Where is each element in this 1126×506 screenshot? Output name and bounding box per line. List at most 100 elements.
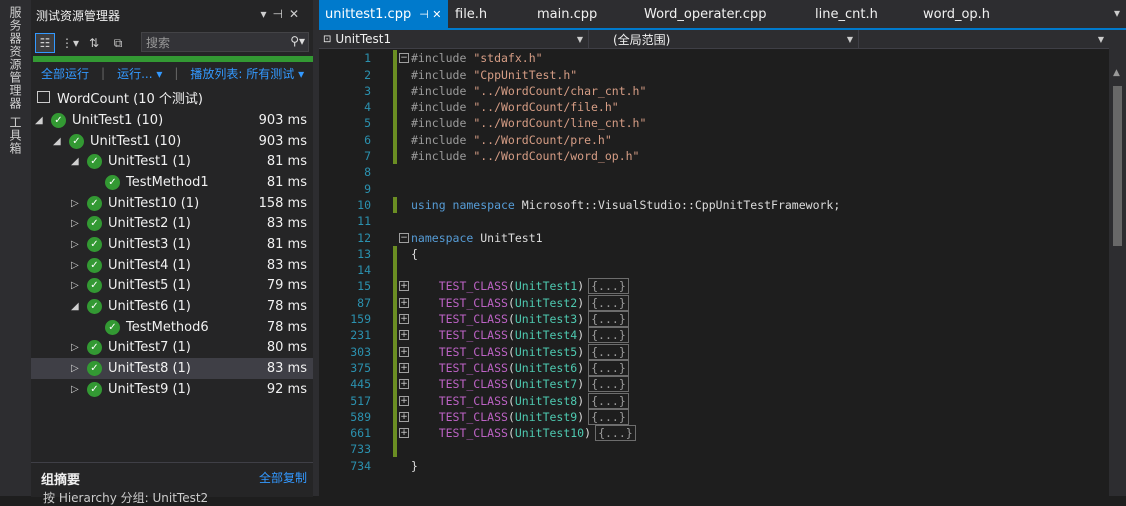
tab-unittest1-cpp[interactable]: unittest1.cpp ⊣ ✕ [319,0,448,28]
collapse-fold-icon[interactable]: − [399,232,409,243]
code-line[interactable]: 14 [319,262,1109,279]
code-line[interactable]: 8 [319,164,1109,181]
test-tree-row[interactable]: ▷ ✓ UnitTest5 (1) 79 ms [31,276,313,297]
code-line[interactable]: 375 + TEST_CLASS(UnitTest6) {...} [319,359,1109,377]
code-line[interactable]: 2 #include "CppUnitTest.h" [319,66,1109,83]
expanded-arrow-icon[interactable]: ◢ [71,156,81,167]
test-tree-row[interactable]: ◢ ✓ UnitTest1 (1) 81 ms [31,151,313,172]
test-tree-row[interactable]: ▷ ✓ UnitTest4 (1) 83 ms [31,255,313,276]
collapsed-region-marker[interactable]: {...} [588,376,629,393]
test-tree-row[interactable]: ▷ ✓ UnitTest3 (1) 81 ms [31,234,313,255]
code-line[interactable]: 9 [319,180,1109,197]
code-line[interactable]: 11 [319,213,1109,230]
hierarchy-icon[interactable]: ⋮▾ [61,34,79,52]
collapsed-arrow-icon[interactable]: ▷ [71,384,81,395]
collapsed-region-marker[interactable]: {...} [588,278,629,295]
test-tree-row[interactable]: ◢ ✓ UnitTest1 (10) 903 ms [31,110,313,131]
function-dropdown[interactable]: ▼ [861,30,1109,48]
collapsed-region-marker[interactable]: {...} [588,294,629,311]
collapsed-region-marker[interactable]: {...} [595,425,636,442]
test-tree-row[interactable]: ✓ TestMethod6 78 ms [31,317,313,338]
scroll-up-icon[interactable]: ▲ [1113,68,1120,78]
expanded-arrow-icon[interactable]: ◢ [53,136,63,147]
code-line[interactable]: 733 [319,441,1109,458]
tab-main-cpp[interactable]: main.cpp [537,0,597,28]
collapsed-region-marker[interactable]: {...} [588,311,629,328]
expand-fold-icon[interactable]: + [399,346,409,357]
playlist-dropdown[interactable]: 播放列表: 所有测试 ▾ [190,65,304,82]
code-line[interactable]: 661 + TEST_CLASS(UnitTest10) {...} [319,425,1109,442]
code-line[interactable]: 12 − namespace UnitTest1 [319,229,1109,246]
code-line[interactable]: 159 + TEST_CLASS(UnitTest3) {...} [319,311,1109,328]
sort-icon[interactable]: ⇅ [85,34,103,52]
dropdown-icon[interactable]: ▾ [260,7,272,21]
code-line[interactable]: 445 + TEST_CLASS(UnitTest7) {...} [319,376,1109,393]
code-line[interactable]: 10 using namespace Microsoft::VisualStudi… [319,197,1109,214]
collapsed-region-marker[interactable]: {...} [588,408,629,425]
toolbox-tab[interactable]: 工具箱 [7,116,24,155]
scope-dropdown[interactable]: ⊡ UnitTest1 ▼ [323,30,589,48]
test-tree-row[interactable]: ▷ ✓ UnitTest8 (1) 83 ms [31,358,313,379]
run-all-link[interactable]: 全部运行 [41,65,89,82]
expand-fold-icon[interactable]: + [399,395,409,406]
test-tree-row[interactable]: ▷ ✓ UnitTest10 (1) 158 ms [31,193,313,214]
tab-word_operater-cpp[interactable]: Word_operater.cpp [644,0,766,28]
group-by-icon[interactable]: ☷ [35,33,55,53]
code-line[interactable]: 517 + TEST_CLASS(UnitTest8) {...} [319,392,1109,409]
expand-fold-icon[interactable]: + [399,362,409,373]
code-line[interactable]: 4 #include "../WordCount/file.h" [319,99,1109,116]
collapsed-arrow-icon[interactable]: ▷ [71,239,81,250]
search-input[interactable]: 搜索 ⚲▾ [141,32,309,52]
code-line[interactable]: 734} [319,458,1109,475]
code-line[interactable]: 303 + TEST_CLASS(UnitTest5) {...} [319,343,1109,360]
code-line[interactable]: 87 + TEST_CLASS(UnitTest2) {...} [319,294,1109,312]
search-icon[interactable]: ⚲▾ [290,34,305,48]
expand-fold-icon[interactable]: + [399,428,409,439]
expanded-arrow-icon[interactable]: ◢ [35,115,45,126]
expand-fold-icon[interactable]: + [399,379,409,390]
code-line[interactable]: 6 #include "../WordCount/pre.h" [319,132,1109,149]
vertical-scrollbar[interactable]: ▲ [1109,48,1126,496]
tab-overflow-icon[interactable]: ▾ [1114,6,1120,20]
copy-all-link[interactable]: 全部复制 [259,469,307,486]
code-line[interactable]: 15 + TEST_CLASS(UnitTest1) {...} [319,278,1109,295]
test-tree-row[interactable]: ◢ ✓ UnitTest1 (10) 903 ms [31,131,313,152]
expand-fold-icon[interactable]: + [399,411,409,422]
expand-fold-icon[interactable]: + [399,314,409,325]
code-line[interactable]: 1 − #include "stdafx.h" [319,50,1109,67]
collapsed-arrow-icon[interactable]: ▷ [71,198,81,209]
code-area[interactable]: 1− #include "stdafx.h" 2 #include "CppUnitT… [319,48,1109,496]
expand-fold-icon[interactable]: + [399,281,409,292]
test-root-row[interactable]: WordCount (10 个测试) [31,84,313,110]
collapsed-arrow-icon[interactable]: ▷ [71,280,81,291]
scrollbar-thumb[interactable] [1113,86,1122,246]
collapsed-arrow-icon[interactable]: ▷ [71,342,81,353]
collapse-fold-icon[interactable]: − [399,53,409,64]
expanded-arrow-icon[interactable]: ◢ [71,301,81,312]
test-tree-row[interactable]: ◢ ✓ UnitTest6 (1) 78 ms [31,296,313,317]
pin-icon[interactable]: ⊣ [272,7,288,21]
close-icon[interactable]: ✕ [289,7,305,21]
test-tree-row[interactable]: ✓ TestMethod1 81 ms [31,172,313,193]
tab-line_cnt-h[interactable]: line_cnt.h [815,0,878,28]
code-line[interactable]: 3 #include "../WordCount/char_cnt.h" [319,83,1109,100]
collapsed-region-marker[interactable]: {...} [588,327,629,344]
tab-word_op-h[interactable]: word_op.h [923,0,990,28]
code-line[interactable]: 589 + TEST_CLASS(UnitTest9) {...} [319,408,1109,426]
copy-window-icon[interactable]: ⧉ [109,34,127,52]
code-line[interactable]: 231 + TEST_CLASS(UnitTest4) {...} [319,327,1109,344]
run-dropdown-link[interactable]: 运行... ▾ [117,65,162,82]
collapsed-arrow-icon[interactable]: ▷ [71,218,81,229]
collapsed-arrow-icon[interactable]: ▷ [71,260,81,271]
test-tree-row[interactable]: ▷ ✓ UnitTest9 (1) 92 ms [31,379,313,400]
tab-file-h[interactable]: file.h [455,0,487,28]
code-line[interactable]: 7 #include "../WordCount/word_op.h" [319,148,1109,165]
server-explorer-tab[interactable]: 服务器资源管理器 [7,6,24,110]
member-dropdown[interactable]: (全局范围) ▼ [591,30,859,48]
test-tree-row[interactable]: ▷ ✓ UnitTest2 (1) 83 ms [31,213,313,234]
expand-fold-icon[interactable]: + [399,297,409,308]
collapsed-region-marker[interactable]: {...} [588,359,629,376]
collapsed-region-marker[interactable]: {...} [588,343,629,360]
test-tree-row[interactable]: ▷ ✓ UnitTest7 (1) 80 ms [31,338,313,359]
tab-pin-close-icon[interactable]: ⊣ ✕ [419,8,441,21]
